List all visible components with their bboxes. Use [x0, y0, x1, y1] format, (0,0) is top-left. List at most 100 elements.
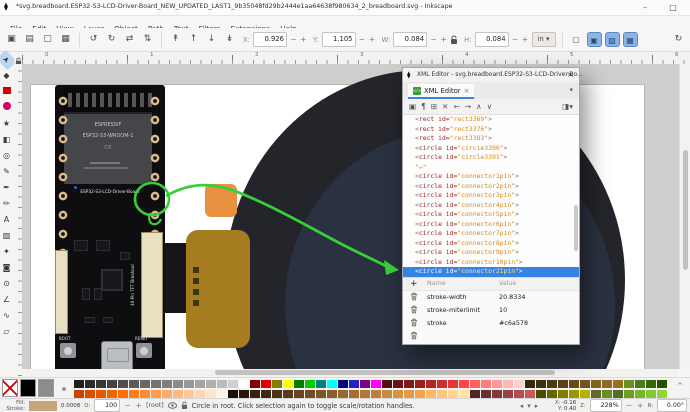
palette-swatch[interactable] [525, 380, 535, 388]
width-plus-button[interactable]: + [440, 35, 447, 44]
calligraphy-tool[interactable]: ✏ [0, 196, 13, 212]
xml-tree-row[interactable]: <circle id="circle3390"> [403, 144, 579, 154]
palette-swatch[interactable] [437, 380, 447, 388]
palette-swatch[interactable] [569, 390, 579, 398]
gradient-tool[interactable]: ▨ [0, 228, 13, 244]
palette-swatch[interactable] [283, 390, 293, 398]
orange-pull-tab[interactable] [205, 184, 237, 217]
xml-tree-row[interactable]: <rect id="rect3369"> [403, 115, 579, 125]
unindent-node-icon[interactable]: ← [453, 102, 459, 111]
palette-swatch[interactable] [547, 390, 557, 398]
vertical-scrollbar[interactable] [679, 64, 690, 369]
no-color-swatch[interactable] [2, 379, 18, 397]
palette-swatch[interactable] [195, 380, 205, 388]
palette-swatch[interactable] [327, 390, 337, 398]
palette-swatch[interactable] [657, 390, 667, 398]
palette-swatch[interactable] [360, 380, 370, 388]
layer-indicator[interactable]: [root] [146, 402, 164, 409]
palette-swatch[interactable] [371, 380, 381, 388]
xml-tree-row[interactable]: <circle id="connector1pin"> [403, 172, 579, 182]
width-minus-button[interactable]: − [430, 35, 437, 44]
palette-swatch[interactable] [349, 380, 359, 388]
palette-swatch[interactable] [184, 390, 194, 398]
palette-swatch[interactable] [646, 390, 656, 398]
palette-swatch[interactable] [239, 380, 249, 388]
palette-swatch[interactable] [129, 390, 139, 398]
palette-swatch[interactable] [107, 380, 117, 388]
palette-swatch[interactable] [547, 380, 557, 388]
palette-swatch[interactable] [459, 390, 469, 398]
palette-swatch[interactable] [250, 380, 260, 388]
palette-swatch[interactable] [426, 390, 436, 398]
move-node-up-icon[interactable]: ∧ [476, 102, 482, 111]
palette-swatch[interactable] [228, 390, 238, 398]
palette-swatch[interactable] [206, 380, 216, 388]
scale-stroke-toggle[interactable]: ▢ [569, 32, 584, 47]
palette-swatch[interactable] [195, 390, 205, 398]
palette-swatch[interactable] [503, 390, 513, 398]
ellipse-tool[interactable] [0, 100, 13, 116]
palette-swatch[interactable] [338, 380, 348, 388]
palette-swatch[interactable] [591, 390, 601, 398]
palette-swatch[interactable] [470, 380, 480, 388]
palette-swatch[interactable] [591, 380, 601, 388]
esp32-dev-board[interactable]: ESPRESSIF ESP32-S3-WROOM-1 CE ESP32-S3-L… [55, 85, 165, 369]
tab-close-icon[interactable]: × [464, 87, 470, 95]
palette-swatch[interactable] [360, 390, 370, 398]
palette-swatch[interactable] [459, 380, 469, 388]
flip-horizontal-icon[interactable]: ⇄ [122, 32, 137, 47]
palette-swatch[interactable] [129, 380, 139, 388]
attribute-row[interactable]: stroke-miterlimit10 [403, 303, 579, 316]
palette-swatch[interactable] [481, 380, 491, 388]
xml-tree-row[interactable]: <circle id="connector9pin"> [403, 248, 579, 258]
palette-swatch[interactable] [382, 380, 392, 388]
zoom-tool[interactable]: ⊙ [0, 276, 13, 292]
y-input[interactable]: 1.105 [322, 32, 356, 47]
delete-attribute-icon[interactable] [410, 292, 418, 301]
palette-swatch[interactable] [393, 380, 403, 388]
x-input[interactable]: 0.926 [253, 32, 287, 47]
xml-tree-row[interactable]: <circle id="connector4pin"> [403, 201, 579, 211]
palette-swatch[interactable] [635, 380, 645, 388]
palette-swatch[interactable] [569, 380, 579, 388]
horizontal-scrollbar[interactable] [22, 369, 679, 377]
deselect-icon[interactable]: ▢ [40, 32, 55, 47]
zoom-minus-button[interactable]: − [626, 401, 633, 410]
palette-swatch[interactable] [107, 390, 117, 398]
gold-connector[interactable] [186, 230, 250, 348]
opacity-plus-button[interactable]: + [135, 401, 142, 410]
move-patterns-toggle[interactable]: ▦ [623, 32, 638, 47]
palette-swatch[interactable] [536, 380, 546, 388]
new-element-node-icon[interactable]: ▣ [409, 102, 416, 111]
attribute-row[interactable]: stroke#c6a578 [403, 316, 579, 329]
raise-icon[interactable]: ↑ [186, 32, 201, 47]
rotate-ccw-icon[interactable]: ↺ [86, 32, 101, 47]
palette-swatch[interactable] [261, 380, 271, 388]
palette-swatch[interactable] [371, 390, 381, 398]
horizontal-scrollbar-thumb[interactable] [215, 370, 555, 375]
x-plus-button[interactable]: + [300, 35, 307, 44]
palette-swatch[interactable] [294, 390, 304, 398]
lower-to-bottom-icon[interactable]: ↡ [222, 32, 237, 47]
height-plus-button[interactable]: + [522, 35, 529, 44]
attribute-row[interactable] [403, 329, 579, 342]
palette-swatch[interactable] [261, 390, 271, 398]
palette-swatch[interactable] [140, 390, 150, 398]
palette-swatch[interactable] [437, 390, 447, 398]
palette-swatch[interactable] [602, 390, 612, 398]
maximize-button[interactable]: □ [666, 2, 680, 13]
palette-swatch[interactable] [470, 390, 480, 398]
palette-swatch[interactable] [151, 380, 161, 388]
palette-swatch[interactable] [404, 390, 414, 398]
palette-swatch[interactable] [415, 380, 425, 388]
palette-swatch[interactable] [184, 380, 194, 388]
close-icon[interactable]: × [567, 70, 574, 79]
connector-tool[interactable]: ∿ [0, 308, 13, 324]
palette-swatch[interactable] [536, 390, 546, 398]
measure-tool[interactable]: ∠ [0, 292, 13, 308]
text-tool[interactable]: A [0, 212, 13, 228]
palette-swatch[interactable] [503, 380, 513, 388]
canvas[interactable]: ESPRESSIF ESP32-S3-WROOM-1 CE ESP32-S3-L… [22, 64, 679, 369]
palette-swatch[interactable] [140, 380, 150, 388]
palette-drop-icon[interactable]: ▾ [527, 402, 531, 410]
